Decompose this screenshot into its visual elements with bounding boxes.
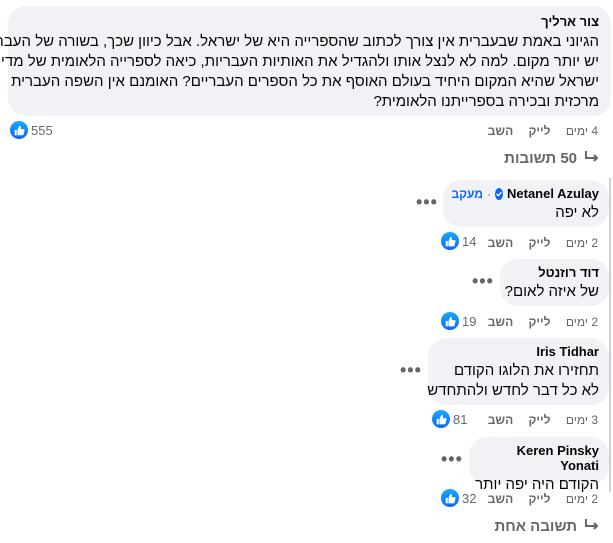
- reaction-count[interactable]: 14: [441, 232, 476, 250]
- comment-actions: 4 ימים לייק השב: [488, 124, 598, 138]
- reply-text: לא יפה: [555, 204, 599, 221]
- reply-bubble: Iris Tidhar תחזירו את הלוגו הקודם לא כל …: [427, 338, 609, 405]
- thumbs-up-icon: [441, 489, 459, 507]
- reply-button[interactable]: השב: [488, 124, 513, 138]
- reaction-number: 555: [31, 122, 53, 138]
- reply-time[interactable]: 3 ימים: [566, 413, 598, 427]
- reply-text: תחזירו את הלוגו הקודם: [453, 362, 599, 379]
- reply-text: לא כל דבר לחדש ולהתחדש: [427, 382, 599, 399]
- more-options-icon[interactable]: •••: [472, 271, 494, 292]
- reply-author[interactable]: Netanel Azulay: [507, 186, 599, 201]
- reaction-number: 81: [453, 411, 468, 427]
- like-button[interactable]: לייק: [529, 124, 551, 138]
- view-more-replies[interactable]: תשובה אחת: [495, 517, 599, 535]
- thumbs-up-icon: [441, 232, 459, 250]
- more-options-icon[interactable]: •••: [416, 192, 438, 213]
- reply-time[interactable]: 2 ימים: [566, 315, 598, 329]
- thumbs-up-icon: [10, 121, 28, 139]
- comment-time[interactable]: 4 ימים: [566, 124, 598, 138]
- reply-author[interactable]: Iris Tidhar: [438, 344, 599, 359]
- reaction-number: 19: [462, 313, 477, 329]
- comment-line: ישראל שהיא המקום היחיד בעולם האוסף את כל…: [11, 73, 599, 90]
- comment-line: הגיוני באמת שבעברית אין צורך לכתוב שהספר…: [0, 33, 599, 50]
- reply-time[interactable]: 2 ימים: [566, 492, 598, 506]
- reply-button[interactable]: השב: [488, 413, 513, 427]
- reply-arrow-icon: [585, 517, 599, 535]
- reply-text: של איזה לאום?: [504, 283, 599, 300]
- reply-arrow-icon: [585, 149, 599, 167]
- reply-time[interactable]: 2 ימים: [566, 236, 598, 250]
- comment-line: יש יותר מקום. למה לא לנצל אותו ולהגדיל א…: [0, 53, 599, 70]
- more-options-icon[interactable]: •••: [441, 449, 463, 470]
- like-button[interactable]: לייק: [529, 413, 551, 427]
- comment-line: מרכזית ובכירה בספרייתנו הלאומית?: [373, 93, 599, 110]
- thumbs-up-icon: [441, 312, 459, 330]
- view-replies-toggle[interactable]: 50 תשובות: [504, 149, 599, 167]
- more-replies-label: תשובה אחת: [494, 517, 577, 535]
- reaction-count[interactable]: 81: [432, 410, 467, 428]
- reply-actions: 2 ימים לייק השב: [488, 492, 598, 506]
- follow-button[interactable]: מעקב: [451, 187, 483, 201]
- like-button[interactable]: לייק: [529, 315, 551, 329]
- more-options-icon[interactable]: •••: [400, 360, 422, 381]
- thumbs-up-icon: [432, 410, 450, 428]
- verified-badge-icon: [495, 187, 503, 200]
- reaction-number: 32: [462, 490, 477, 506]
- reply-button[interactable]: השב: [488, 492, 513, 506]
- reply-actions: 3 ימים לייק השב: [488, 413, 598, 427]
- reply-button[interactable]: השב: [488, 315, 513, 329]
- like-button[interactable]: לייק: [529, 492, 551, 506]
- reply-bubble: Keren Pinsky Yonati הקודם היה יפה יותר: [469, 437, 609, 493]
- reply-author[interactable]: Keren Pinsky Yonati: [479, 443, 599, 473]
- main-comment-bubble: צור ארליך הגיוני באמת שבעברית אין צורך ל…: [0, 6, 611, 116]
- replies-count-label: 50 תשובות: [504, 149, 577, 167]
- reaction-count[interactable]: 19: [441, 312, 476, 330]
- comment-author[interactable]: צור ארליך: [20, 14, 599, 29]
- reply-actions: 2 ימים לייק השב: [488, 236, 598, 250]
- reply-actions: 2 ימים לייק השב: [488, 315, 598, 329]
- reply-button[interactable]: השב: [488, 236, 513, 250]
- reply-bubble: Netanel Azulay · מעקב לא יפה: [443, 180, 609, 227]
- reaction-count[interactable]: 32: [441, 489, 476, 507]
- reply-bubble: דוד רוזנטל של איזה לאום?: [500, 259, 609, 306]
- reaction-count[interactable]: 555: [10, 121, 53, 139]
- thread-line: [609, 178, 611, 492]
- reaction-number: 14: [462, 233, 477, 249]
- like-button[interactable]: לייק: [529, 236, 551, 250]
- reply-author[interactable]: דוד רוזנטל: [510, 265, 599, 280]
